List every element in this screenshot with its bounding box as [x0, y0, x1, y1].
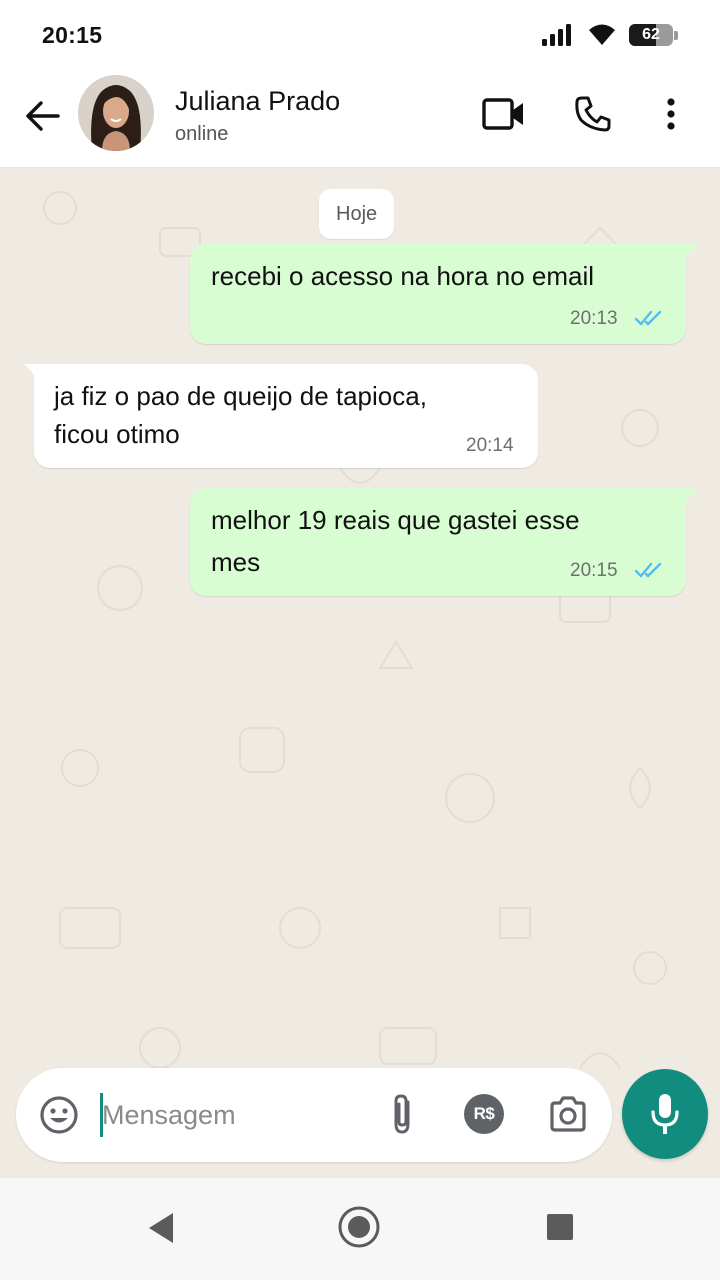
message-input[interactable] — [102, 1088, 372, 1142]
message-bubble-outgoing[interactable]: melhor 19 reais que gastei esse mes 20:1… — [190, 488, 686, 596]
bubble-tail — [684, 244, 698, 264]
nav-back-icon[interactable] — [145, 1210, 177, 1246]
more-vert-icon — [667, 98, 675, 130]
chat-area[interactable]: Hoje recebi o acesso na hora no email 20… — [0, 168, 720, 1178]
bubble-tail — [24, 364, 38, 384]
system-nav-bar — [0, 1178, 720, 1280]
status-bar: 20:15 62 — [0, 0, 720, 70]
phone-icon — [575, 96, 611, 132]
emoji-icon[interactable] — [38, 1094, 80, 1136]
more-options-button[interactable] — [656, 92, 686, 136]
signal-icon — [542, 24, 571, 46]
nav-home-icon[interactable] — [337, 1205, 381, 1249]
message-text-line: ficou otimo — [54, 419, 180, 449]
video-call-icon — [482, 98, 523, 130]
battery-level: 62 — [642, 26, 660, 43]
payment-icon[interactable]: R$ — [464, 1094, 504, 1134]
message-time: 20:13 — [570, 308, 618, 329]
read-ticks-icon — [634, 310, 662, 326]
date-separator: Hoje — [319, 189, 395, 239]
voice-call-button[interactable] — [572, 92, 614, 136]
mic-icon — [651, 1094, 679, 1134]
avatar[interactable] — [78, 75, 154, 151]
message-bubble-outgoing[interactable]: recebi o acesso na hora no email 20:13 — [190, 244, 686, 344]
voice-message-button[interactable] — [622, 1069, 708, 1159]
message-text-line: melhor 19 reais que gastei esse — [211, 505, 580, 535]
message-text-line: mes — [211, 547, 261, 577]
message-time: 20:15 — [570, 560, 618, 581]
back-arrow-icon[interactable] — [22, 95, 64, 137]
camera-icon[interactable] — [548, 1094, 588, 1134]
paperclip-icon[interactable] — [384, 1092, 420, 1138]
status-icons: 62 — [541, 23, 678, 47]
battery-icon: 62 — [629, 24, 673, 46]
message-composer: R$ — [16, 1068, 612, 1162]
read-ticks-icon — [634, 562, 662, 578]
message-time: 20:14 — [466, 435, 514, 456]
contact-status: online — [175, 123, 229, 145]
contact-name[interactable]: Juliana Prado — [175, 86, 340, 117]
chat-header: Juliana Prado online — [0, 70, 720, 168]
wifi-icon — [589, 24, 615, 45]
status-time: 20:15 — [42, 21, 103, 48]
bubble-tail — [684, 488, 698, 508]
nav-recents-icon[interactable] — [547, 1214, 573, 1240]
message-bubble-incoming[interactable]: ja fiz o pao de queijo de tapioca, ficou… — [34, 364, 538, 468]
message-text: recebi o acesso na hora no email — [211, 261, 595, 291]
video-call-button[interactable] — [482, 92, 526, 136]
message-text-line: ja fiz o pao de queijo de tapioca, — [54, 381, 427, 411]
